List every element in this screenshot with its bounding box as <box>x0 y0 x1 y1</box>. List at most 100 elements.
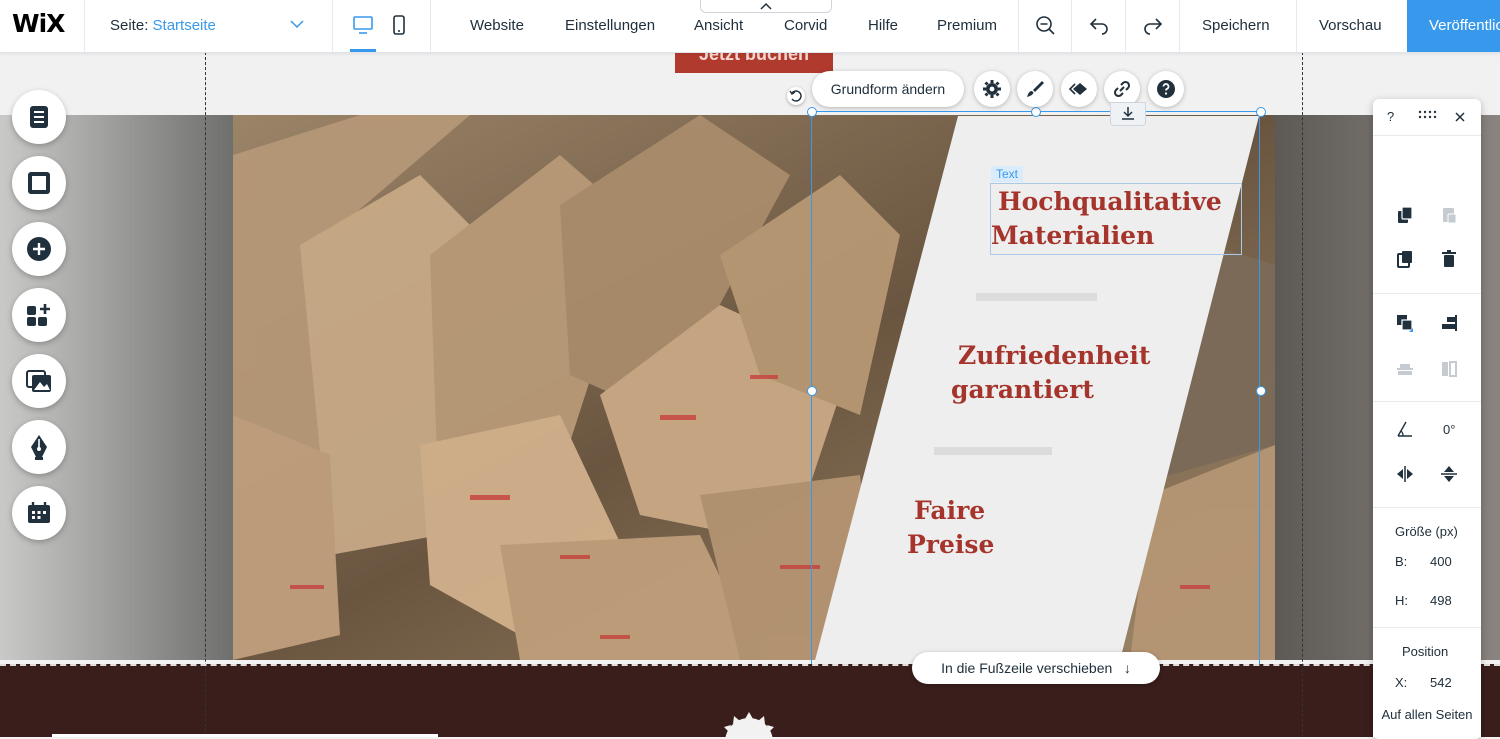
position-title: Position <box>1402 644 1449 659</box>
rotate-icon <box>789 90 802 102</box>
drag-handle-icon[interactable] <box>1417 108 1437 122</box>
panel-divider <box>1373 627 1481 628</box>
background-icon <box>28 172 50 194</box>
divider <box>84 0 85 52</box>
feature-prices-line1[interactable]: Faire <box>914 494 985 528</box>
desktop-active-indicator <box>350 49 376 52</box>
media-button[interactable] <box>12 354 66 408</box>
menu-help[interactable]: Hilfe <box>868 17 898 34</box>
tools-panel: ? 0° Größe (px) B: 400 H: 498 Position X… <box>1373 99 1481 739</box>
align-icon[interactable] <box>1439 313 1459 333</box>
divider-bar <box>934 447 1052 455</box>
wix-logo[interactable]: WiX <box>12 9 65 38</box>
resize-handle[interactable] <box>1256 386 1266 396</box>
redo-icon[interactable] <box>1142 14 1164 36</box>
menu-corvid[interactable]: Corvid <box>784 17 827 34</box>
feature-materials-line1[interactable]: Hochqualitative <box>998 185 1222 219</box>
copy-icon[interactable] <box>1395 205 1415 225</box>
feature-satisfaction-line1[interactable]: Zufriedenheit <box>958 339 1150 373</box>
wood-planks-image[interactable] <box>0 115 1500 660</box>
x-label: X: <box>1395 675 1408 690</box>
move-to-footer-button[interactable]: In die Fußzeile verschieben ↓ <box>912 652 1160 684</box>
divider <box>1018 0 1019 52</box>
resize-handle[interactable] <box>1031 107 1041 117</box>
height-value[interactable]: 498 <box>1430 593 1452 608</box>
text-element-tag: Text <box>991 166 1024 182</box>
size-title: Größe (px) <box>1395 524 1458 539</box>
menu-premium[interactable]: Premium <box>937 17 997 34</box>
animation-icon <box>1069 83 1087 95</box>
mobile-icon[interactable] <box>388 14 410 36</box>
undo-icon[interactable] <box>1088 14 1110 36</box>
page-prefix: Seite: <box>110 17 149 34</box>
resize-handle[interactable] <box>807 107 817 117</box>
arrow-down-icon: ↓ <box>1116 660 1131 676</box>
duplicate-icon[interactable] <box>1395 249 1415 269</box>
editor-canvas[interactable]: Jetzt buchen Text Hochqualitative Materi… <box>0 46 1500 739</box>
add-icon <box>27 237 51 261</box>
width-value[interactable]: 400 <box>1430 554 1452 569</box>
blog-button[interactable] <box>12 420 66 474</box>
menu-view[interactable]: Ansicht <box>694 17 743 34</box>
panel-help[interactable]: ? <box>1387 109 1394 124</box>
flip-vertical-icon[interactable] <box>1439 464 1459 484</box>
apps-icon <box>27 304 50 326</box>
rotation-icon[interactable] <box>1395 419 1415 439</box>
close-icon[interactable] <box>1453 110 1467 124</box>
change-shape-button[interactable]: Grundform ändern <box>812 71 964 107</box>
apps-button[interactable] <box>12 288 66 342</box>
menu-settings[interactable]: Einstellungen <box>565 17 655 34</box>
preview-button[interactable]: Vorschau <box>1319 17 1382 34</box>
feature-satisfaction-line2[interactable]: garantiert <box>951 373 1094 407</box>
divider <box>332 0 333 52</box>
distribute-icon[interactable] <box>1395 359 1415 379</box>
gear-icon <box>983 80 1001 98</box>
toolbar-collapse-tab[interactable] <box>700 0 832 13</box>
help-icon <box>1157 80 1175 98</box>
divider <box>1071 0 1072 52</box>
feature-prices-line2[interactable]: Preise <box>907 528 994 562</box>
feature-materials-line2[interactable]: Materialien <box>991 219 1154 253</box>
publish-button[interactable]: Veröffentlichen <box>1407 0 1500 52</box>
add-button[interactable] <box>12 222 66 276</box>
panel-divider <box>1373 293 1481 294</box>
link-icon <box>1113 80 1131 98</box>
rotation-value[interactable]: 0° <box>1443 422 1455 437</box>
saw-logo-icon <box>724 712 774 737</box>
resize-handle[interactable] <box>1256 107 1266 117</box>
chevron-down-icon[interactable] <box>290 17 304 31</box>
download-tab[interactable] <box>1110 102 1146 126</box>
divider <box>1179 0 1180 52</box>
show-on-all-pages-option[interactable]: Auf allen Seiten <box>1373 707 1481 737</box>
height-label: H: <box>1395 593 1408 608</box>
save-button[interactable]: Speichern <box>1202 17 1270 34</box>
pages-button[interactable] <box>12 90 66 144</box>
resize-handle[interactable] <box>807 386 817 396</box>
arrange-icon[interactable] <box>1395 313 1415 333</box>
trash-icon[interactable] <box>1439 249 1459 269</box>
zoom-out-icon[interactable] <box>1034 14 1056 36</box>
design-button[interactable] <box>1017 71 1053 107</box>
bookings-icon <box>28 502 50 523</box>
page-selector[interactable]: Seite: Startseite <box>110 17 216 34</box>
x-value[interactable]: 542 <box>1430 675 1452 690</box>
pen-icon <box>31 435 47 460</box>
menu-website[interactable]: Website <box>470 17 524 34</box>
settings-button[interactable] <box>974 71 1010 107</box>
panel-divider <box>1373 507 1481 508</box>
divider <box>430 0 431 52</box>
animation-button[interactable] <box>1061 71 1097 107</box>
page-value: Startseite <box>152 17 216 34</box>
grid-guide-right <box>1302 52 1303 737</box>
divider-bar <box>976 293 1097 301</box>
paste-icon[interactable] <box>1439 205 1459 225</box>
flip-horizontal-icon[interactable] <box>1395 464 1415 484</box>
rotate-handle[interactable] <box>787 87 805 105</box>
bookings-button[interactable] <box>12 486 66 540</box>
desktop-icon[interactable] <box>352 14 374 36</box>
divider <box>1125 0 1126 52</box>
chevron-up-icon <box>760 2 772 10</box>
match-size-icon[interactable] <box>1439 359 1459 379</box>
background-button[interactable] <box>12 156 66 210</box>
help-button[interactable] <box>1148 71 1184 107</box>
